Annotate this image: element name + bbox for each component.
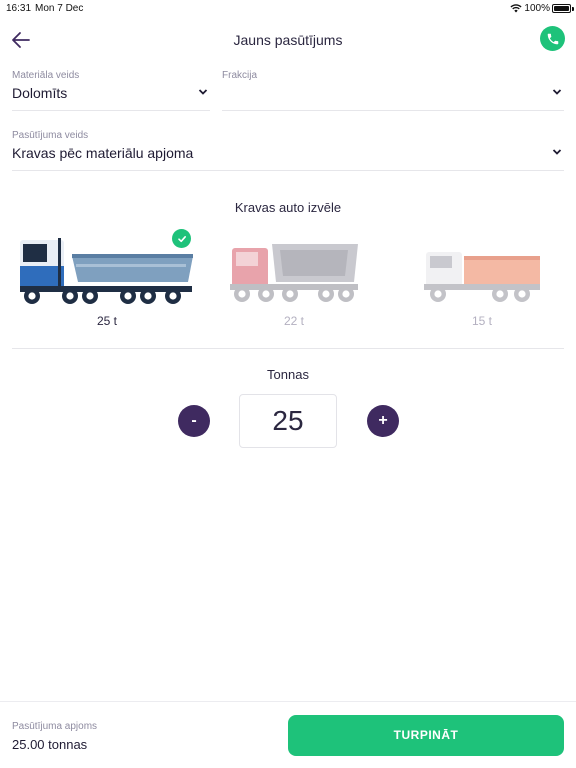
fraction-label: Frakcija (222, 70, 258, 81)
continue-button[interactable]: TURPINĀT (288, 715, 564, 756)
truck-option-2[interactable] (228, 240, 360, 306)
order-type-value: Kravas pēc materiālu apjoma (12, 145, 194, 161)
material-select[interactable]: Materiāla veids Dolomīts (12, 70, 210, 111)
selected-check-icon (172, 229, 191, 248)
battery-percent: 100% (524, 3, 550, 14)
chevron-down-icon (552, 89, 562, 95)
phone-icon (547, 33, 558, 44)
order-volume-value: 25.00 tonnas (12, 737, 88, 752)
battery-icon (552, 4, 571, 13)
order-volume-label: Pasūtījuma apjoms (12, 721, 98, 732)
status-bar: 16:31 Mon 7 Dec 100% (0, 0, 576, 16)
material-value: Dolomīts (12, 85, 68, 101)
page-title: Jauns pasūtījums (233, 32, 343, 48)
nav-bar: Jauns pasūtījums (0, 20, 576, 60)
tonnage-title: Tonnas (267, 367, 309, 382)
order-type-select[interactable]: Pasūtījuma veids Kravas pēc materiālu ap… (12, 130, 564, 171)
status-date: Mon 7 Dec (35, 3, 84, 14)
decrease-button[interactable]: - (178, 405, 210, 437)
increase-button[interactable]: + (367, 405, 399, 437)
truck-capacity-label: 22 t (283, 314, 304, 328)
chevron-down-icon (198, 89, 208, 95)
material-label: Materiāla veids (12, 70, 80, 81)
truck-section-title: Kravas auto izvēle (234, 200, 342, 215)
order-footer: Pasūtījuma apjoms 25.00 tonnas TURPINĀT (0, 701, 576, 768)
divider (12, 348, 564, 349)
chevron-down-icon (552, 149, 562, 155)
truck-option-1[interactable] (18, 236, 196, 308)
truck-illustration (20, 238, 193, 304)
truck-option-3[interactable] (422, 246, 542, 306)
truck-illustration (424, 252, 540, 302)
truck-capacity-label: 25 t (96, 314, 117, 328)
truck-capacity-label: 15 t (471, 314, 492, 328)
fraction-select[interactable]: Frakcija (222, 70, 564, 111)
status-time: 16:31 (6, 3, 32, 14)
tonnage-input[interactable]: 25 (239, 394, 337, 448)
battery-tip (572, 7, 574, 11)
order-type-label: Pasūtījuma veids (12, 130, 89, 141)
wifi-icon (510, 4, 522, 13)
call-button[interactable] (540, 26, 565, 51)
truck-illustration (230, 244, 358, 302)
